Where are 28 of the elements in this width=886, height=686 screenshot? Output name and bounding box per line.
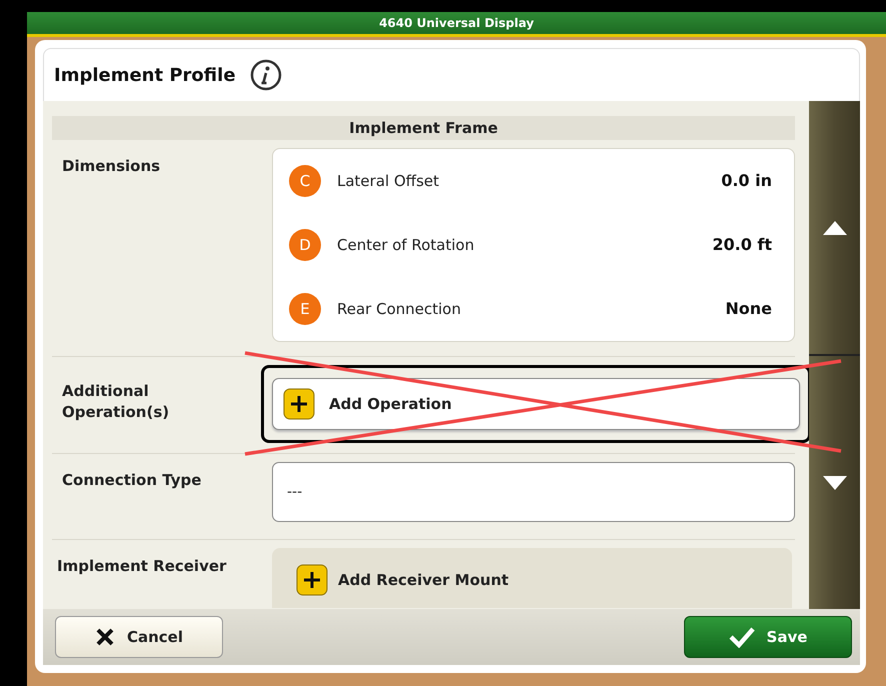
close-icon (94, 627, 115, 647)
dimension-name: Rear Connection (337, 300, 462, 318)
field-label: Dimensions (61, 156, 162, 177)
connection-type-field[interactable]: --- (272, 462, 795, 522)
letter-badge: D (289, 228, 321, 261)
down-arrow-icon (822, 474, 848, 490)
add-receiver-mount-button[interactable]: Add Receiver Mount (296, 564, 509, 596)
page-title: Implement Profile (54, 64, 236, 86)
field-label: Implement Receiver (56, 556, 228, 578)
dimension-value: None (725, 299, 772, 318)
checkmark-icon (728, 626, 755, 648)
section-header: Implement Frame (52, 116, 795, 140)
letter-badge: E (289, 292, 321, 325)
dimension-value: 0.0 in (721, 171, 772, 190)
up-arrow-icon (822, 220, 848, 236)
save-button[interactable]: Save (684, 616, 852, 658)
dimension-name: Lateral Offset (337, 172, 440, 190)
add-operation-button[interactable]: Add Operation (272, 378, 800, 430)
dimension-value: 20.0 ft (712, 235, 772, 254)
field-label: Additional Operation(s) (61, 381, 170, 424)
plus-icon (283, 388, 315, 420)
info-icon[interactable] (250, 59, 282, 91)
field-label: Connection Type (61, 470, 202, 491)
plus-icon (296, 564, 328, 596)
letter-badge: C (289, 164, 321, 197)
dimension-name: Center of Rotation (337, 236, 476, 254)
cancel-button[interactable]: Cancel (55, 616, 223, 658)
window-title: 4640 Universal Display (27, 12, 886, 37)
